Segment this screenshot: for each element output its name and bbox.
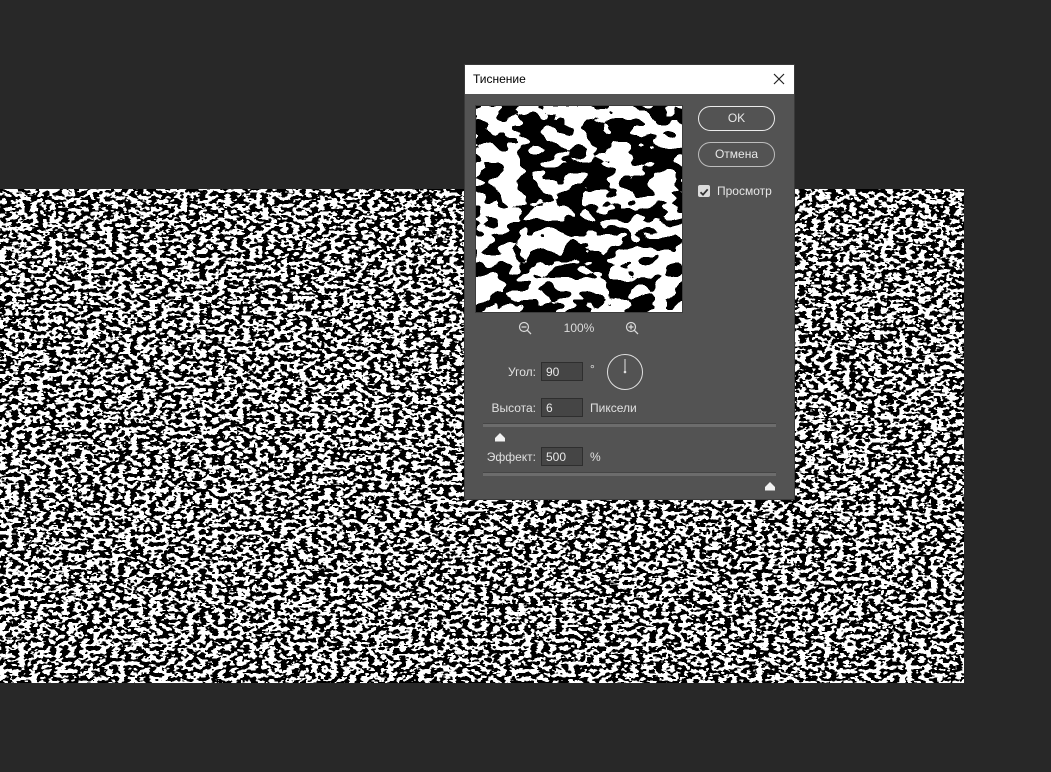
height-label: Высота: xyxy=(491,401,536,415)
preview-checkbox-label: Просмотр xyxy=(717,184,772,198)
preview-checkbox[interactable] xyxy=(698,185,710,197)
dialog-titlebar[interactable]: Тиснение xyxy=(465,65,794,94)
ok-button[interactable]: OK xyxy=(698,106,775,131)
height-slider-thumb[interactable] xyxy=(494,429,506,442)
amount-unit: % xyxy=(590,450,601,464)
close-icon[interactable] xyxy=(764,65,794,94)
angle-unit: ° xyxy=(590,362,595,376)
amount-input[interactable] xyxy=(541,447,583,466)
zoom-level: 100% xyxy=(563,321,595,335)
zoom-out-icon[interactable] xyxy=(518,321,532,335)
emboss-dialog: Тиснение OK Отмена Просмотр 100% Угол: 9… xyxy=(465,65,794,499)
amount-slider-track[interactable] xyxy=(483,472,776,491)
dialog-title: Тиснение xyxy=(473,72,526,86)
amount-label: Эффект: xyxy=(486,450,536,464)
filter-preview[interactable] xyxy=(475,105,683,313)
preview-image xyxy=(476,106,682,312)
amount-slider-thumb[interactable] xyxy=(764,478,776,491)
zoom-in-icon[interactable] xyxy=(625,321,639,335)
cancel-button[interactable]: Отмена xyxy=(698,142,775,167)
height-unit: Пиксели xyxy=(590,401,637,415)
angle-label: Угол: xyxy=(508,365,536,379)
height-input[interactable] xyxy=(541,398,583,417)
checkmark-icon xyxy=(699,188,709,197)
angle-input[interactable] xyxy=(541,362,583,381)
height-slider-track[interactable] xyxy=(483,423,776,442)
angle-dial-icon[interactable] xyxy=(606,353,644,391)
